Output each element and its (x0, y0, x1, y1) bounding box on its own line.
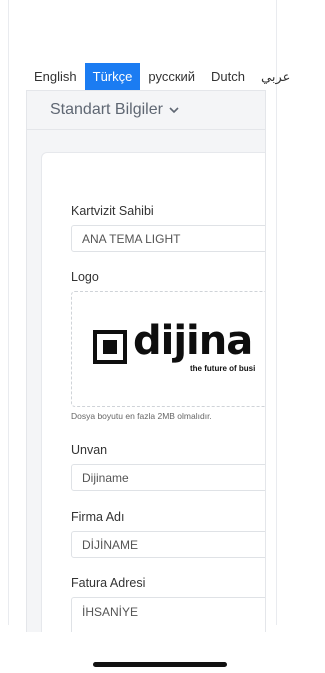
form-card: Kartvizit Sahibi ANA TEMA LIGHT Logo dij… (41, 152, 265, 632)
home-indicator (93, 662, 227, 667)
frame-left-border (8, 0, 9, 625)
company-input[interactable]: DİJİNAME (71, 531, 265, 558)
section-title: Standart Bilgiler (50, 101, 163, 118)
chevron-down-icon (169, 106, 179, 114)
title-label: Unvan (71, 443, 108, 457)
standard-info-panel: Standart Bilgiler Kartvizit Sahibi ANA T… (26, 90, 266, 632)
tab-dutch[interactable]: Dutch (203, 63, 253, 90)
title-input[interactable]: Dijiname (71, 464, 265, 491)
address-label: Fatura Adresi (71, 576, 146, 590)
tab-arabic[interactable]: عربي (253, 63, 298, 90)
logo-wordmark: dijina (133, 318, 253, 364)
tab-turkce[interactable]: Türkçe (84, 63, 141, 90)
logo-upload-area[interactable]: dijina the future of busi (71, 291, 265, 407)
owner-label: Kartvizit Sahibi (71, 204, 154, 218)
frame-right-border (276, 0, 277, 625)
address-textarea[interactable]: İHSANİYE (71, 597, 265, 632)
owner-input[interactable]: ANA TEMA LIGHT (71, 225, 265, 252)
section-toggle[interactable]: Standart Bilgiler (27, 91, 265, 130)
language-tabs: English Türkçe русский Dutch عربي (26, 63, 325, 90)
tab-russian[interactable]: русский (140, 63, 203, 90)
logo-square-icon (93, 330, 127, 364)
tab-english[interactable]: English (26, 63, 85, 90)
logo-label: Logo (71, 270, 99, 284)
logo-tagline: the future of busi (190, 364, 256, 373)
company-label: Firma Adı (71, 510, 125, 524)
logo-image: dijina the future of busi (93, 318, 265, 378)
upload-hint: Dosya boyutu en fazla 2MB olmalıdır. (71, 411, 212, 421)
